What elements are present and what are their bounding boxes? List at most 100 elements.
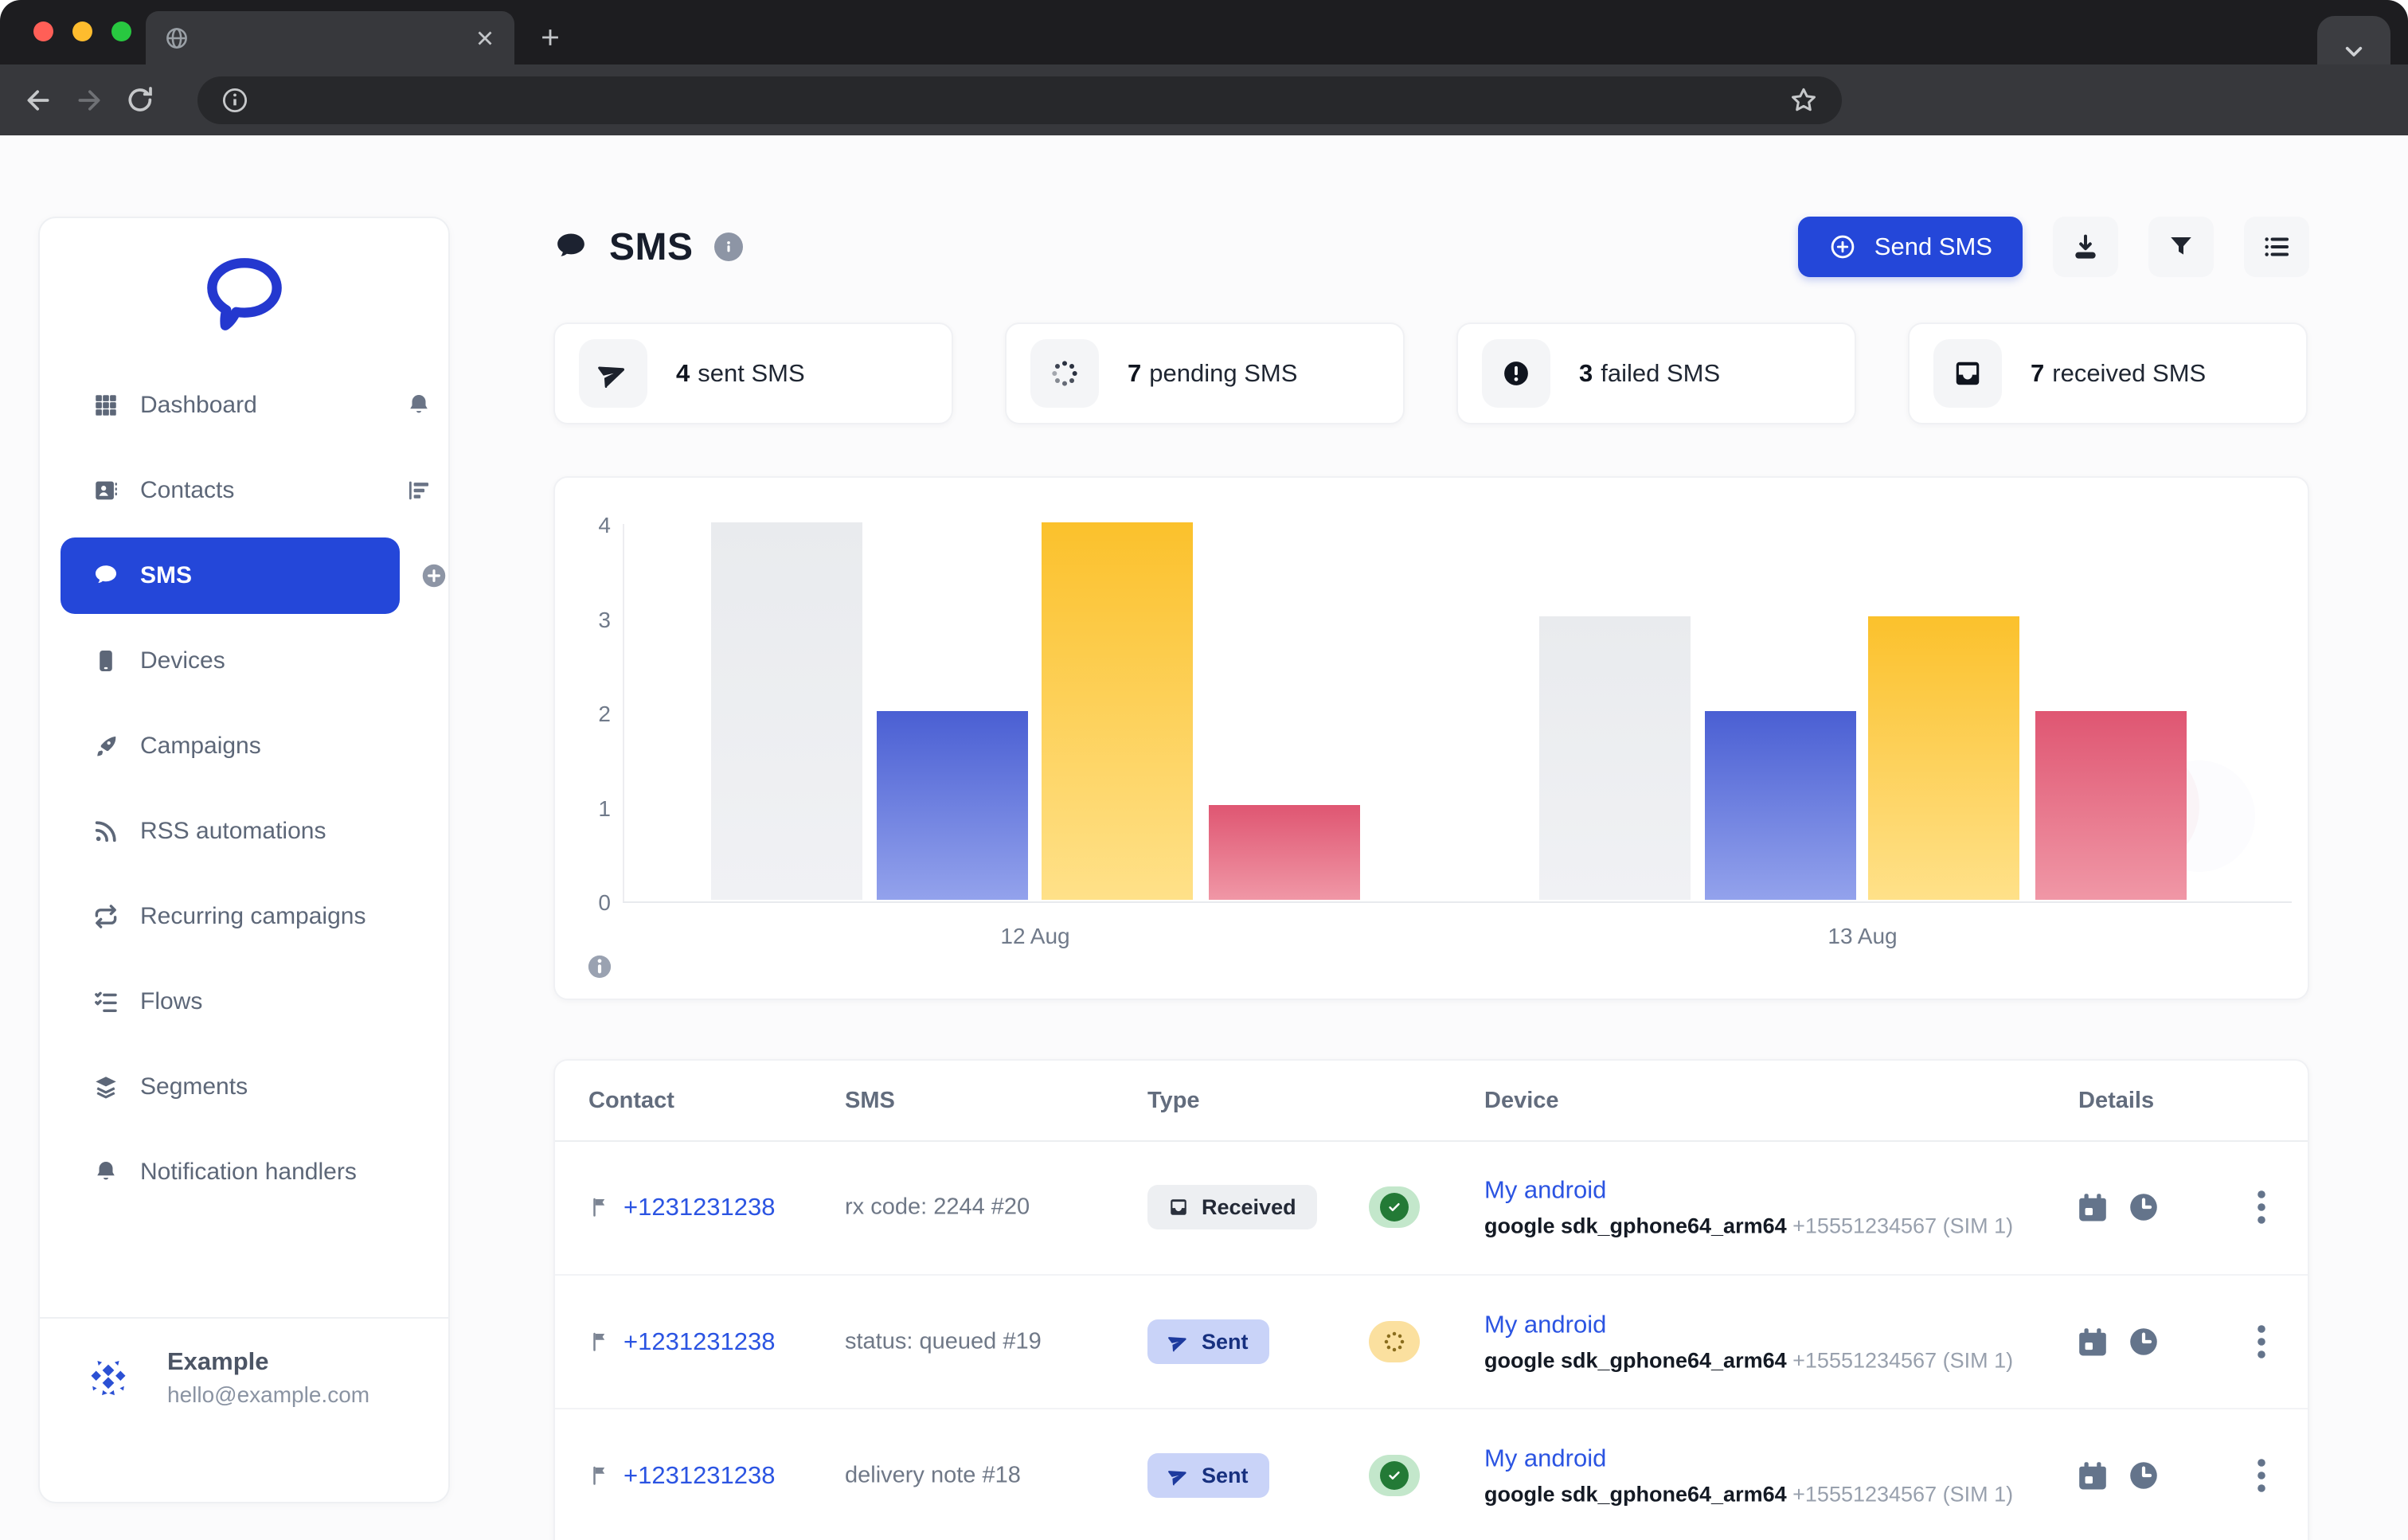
sidebar-item-dashboard[interactable]: Dashboard xyxy=(61,367,428,444)
rss-icon xyxy=(92,818,119,845)
user-profile[interactable]: Example hello@example.com xyxy=(40,1317,448,1408)
bell-icon xyxy=(92,1159,119,1186)
contact-card-icon xyxy=(92,477,119,504)
contact-phone-link[interactable]: +1231231238 xyxy=(624,1193,776,1221)
status-pending-icon xyxy=(1369,1321,1420,1362)
address-bar[interactable] xyxy=(197,76,1842,124)
type-badge-received: Received xyxy=(1147,1185,1317,1229)
notifications-bell-icon[interactable] xyxy=(405,392,432,419)
sidebar-item-contacts[interactable]: Contacts xyxy=(61,452,428,529)
stat-value: 3 xyxy=(1579,359,1593,387)
y-tick: 2 xyxy=(571,702,611,727)
bookmark-star-icon[interactable] xyxy=(1788,84,1820,116)
type-badge-label: Sent xyxy=(1202,1330,1249,1354)
browser-window: Dashboard xyxy=(0,0,2408,1540)
layers-icon xyxy=(92,1073,119,1100)
sidebar-item-notification-handlers[interactable]: Notification handlers xyxy=(61,1134,428,1210)
bar-failed-13aug xyxy=(2035,711,2187,900)
zoom-window-button[interactable] xyxy=(111,21,131,41)
device-model: google sdk_gphone64_arm64 xyxy=(1484,1214,1787,1238)
site-info-icon[interactable] xyxy=(220,85,250,115)
column-header-details: Details xyxy=(2078,1088,2154,1114)
app-logo-bubble-icon[interactable] xyxy=(40,253,448,336)
device-link[interactable]: My android xyxy=(1484,1311,2013,1339)
send-sms-button[interactable]: Send SMS xyxy=(1798,217,2023,277)
sidebar-item-label: SMS xyxy=(140,562,192,589)
export-download-button[interactable] xyxy=(2053,217,2118,277)
sidebar: Dashboard xyxy=(38,217,450,1503)
row-menu-kebab-icon[interactable] xyxy=(2256,1324,2267,1359)
device-cell: My android google sdk_gphone64_arm64 +15… xyxy=(1484,1444,2013,1507)
x-axis-line xyxy=(623,901,2292,903)
device-model: google sdk_gphone64_arm64 xyxy=(1484,1349,1787,1373)
page-info-icon[interactable] xyxy=(714,233,743,261)
row-menu-kebab-icon[interactable] xyxy=(2256,1458,2267,1493)
forward-button[interactable] xyxy=(64,75,115,126)
close-tab-icon[interactable] xyxy=(473,26,497,50)
stat-value: 7 xyxy=(2031,359,2044,387)
back-button[interactable] xyxy=(13,75,64,126)
app-page: Dashboard xyxy=(0,135,2408,1540)
y-tick: 3 xyxy=(571,608,611,633)
minimize-window-button[interactable] xyxy=(72,21,92,41)
stat-card-sent: 4sent SMS xyxy=(553,322,953,424)
clock-icon[interactable] xyxy=(2127,1459,2160,1492)
x-tick-label: 12 Aug xyxy=(1000,924,1069,949)
contact-phone-link[interactable]: +1231231238 xyxy=(624,1327,776,1356)
clock-icon[interactable] xyxy=(2127,1190,2160,1224)
contact-phone-link[interactable]: +1231231238 xyxy=(624,1461,776,1490)
calendar-icon[interactable] xyxy=(2076,1459,2109,1492)
reload-button[interactable] xyxy=(115,75,166,126)
y-tick: 0 xyxy=(571,890,611,916)
close-window-button[interactable] xyxy=(33,21,53,41)
bar-received-12aug xyxy=(711,522,862,900)
clock-icon[interactable] xyxy=(2127,1325,2160,1358)
filter-button[interactable] xyxy=(2148,217,2214,277)
browser-tab[interactable] xyxy=(146,11,514,64)
calendar-icon[interactable] xyxy=(2076,1190,2109,1224)
sidebar-nav: Dashboard xyxy=(61,367,428,1219)
row-menu-kebab-icon[interactable] xyxy=(2256,1190,2267,1225)
sms-title-bubble-icon xyxy=(553,229,588,264)
sidebar-item-sms[interactable]: SMS xyxy=(61,537,400,614)
list-view-button[interactable] xyxy=(2244,217,2309,277)
chat-bubble-icon xyxy=(92,562,119,589)
sidebar-item-label: Campaigns xyxy=(140,733,261,760)
page-title: SMS xyxy=(609,225,694,269)
device-sim: +15551234567 (SIM 1) xyxy=(1792,1483,2013,1507)
stat-label: failed SMS xyxy=(1601,359,1720,387)
bar-received-13aug xyxy=(1539,616,1691,900)
sidebar-item-flows[interactable]: Flows xyxy=(61,963,428,1040)
column-header-contact: Contact xyxy=(588,1088,674,1114)
sidebar-item-segments[interactable]: Segments xyxy=(61,1049,428,1125)
inbox-icon xyxy=(1933,339,2002,408)
plus-circle-icon xyxy=(1828,233,1857,261)
device-link[interactable]: My android xyxy=(1484,1444,2013,1473)
stat-value: 4 xyxy=(676,359,690,387)
add-sms-plus-icon[interactable] xyxy=(419,561,449,591)
y-axis-line xyxy=(623,524,624,903)
new-tab-button[interactable] xyxy=(532,19,569,56)
sidebar-item-campaigns[interactable]: Campaigns xyxy=(61,708,428,784)
sms-text: status: queued #19 xyxy=(845,1329,1042,1355)
device-link[interactable]: My android xyxy=(1484,1176,2013,1205)
device-model: google sdk_gphone64_arm64 xyxy=(1484,1483,1787,1507)
column-header-device: Device xyxy=(1484,1088,1559,1114)
user-name: Example xyxy=(167,1347,369,1376)
y-tick: 1 xyxy=(571,796,611,822)
sidebar-item-label: Contacts xyxy=(140,477,234,504)
stat-card-received: 7received SMS xyxy=(1908,322,2308,424)
sidebar-item-rss-automations[interactable]: RSS automations xyxy=(61,793,428,870)
contacts-chart-icon[interactable] xyxy=(405,477,432,504)
phone-icon xyxy=(92,647,119,674)
bar-pending-13aug xyxy=(1868,616,2019,900)
sidebar-item-recurring-campaigns[interactable]: Recurring campaigns xyxy=(61,878,428,955)
column-header-type: Type xyxy=(1147,1088,1200,1114)
sms-activity-chart: 4 3 2 1 0 12 Aug 13 Aug xyxy=(553,476,2309,1000)
chart-info-icon[interactable] xyxy=(585,952,614,981)
sidebar-item-devices[interactable]: Devices xyxy=(61,623,428,699)
x-tick-label: 13 Aug xyxy=(1828,924,1897,949)
device-sim: +15551234567 (SIM 1) xyxy=(1792,1214,2013,1238)
stat-card-pending: 7pending SMS xyxy=(1005,322,1405,424)
calendar-icon[interactable] xyxy=(2076,1325,2109,1358)
